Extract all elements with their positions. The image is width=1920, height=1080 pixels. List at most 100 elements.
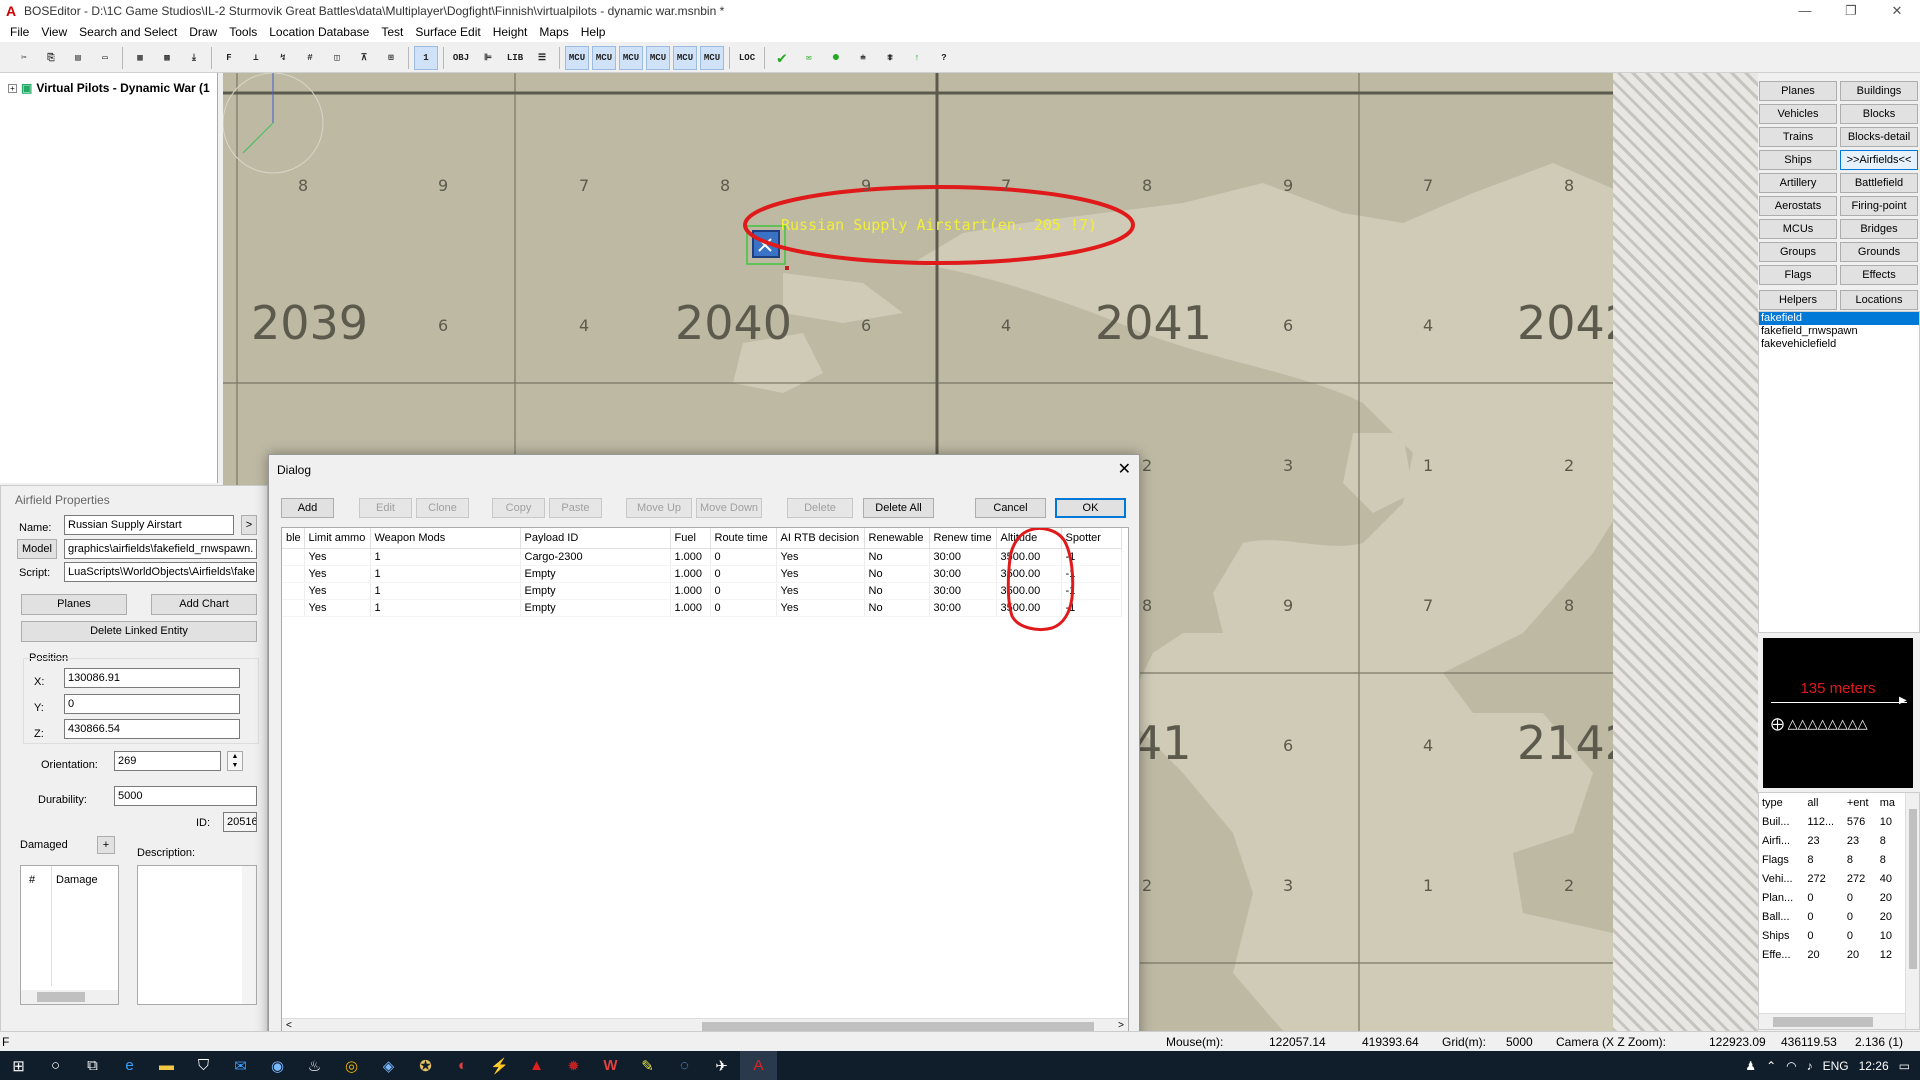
add-button[interactable]: Add — [281, 498, 334, 518]
stats-col-header[interactable]: all — [1804, 793, 1843, 812]
category-groups-button[interactable]: Groups — [1759, 242, 1837, 262]
add-damage-button[interactable]: + — [97, 836, 115, 854]
clock[interactable]: 12:26 — [1859, 1059, 1889, 1073]
dot-icon[interactable]: ● — [824, 46, 848, 70]
lib-icon[interactable]: LIB — [503, 46, 527, 70]
task-view-icon[interactable]: ⧉ — [74, 1051, 111, 1080]
scroll-right-icon[interactable]: > — [1118, 1020, 1124, 1031]
category-flags-button[interactable]: Flags — [1759, 265, 1837, 285]
mcu-arw-icon[interactable]: MCU — [700, 45, 724, 70]
col-header[interactable]: Weapon Mods — [370, 528, 521, 549]
tree-root-node[interactable]: + ▣ Virtual Pilots - Dynamic War (1 — [8, 81, 210, 95]
y-input[interactable]: 0 — [64, 694, 240, 714]
app-icon[interactable]: ✹ — [555, 1051, 592, 1080]
list-icon[interactable]: ☰ — [530, 46, 554, 70]
col-header[interactable]: AI RTB decision — [776, 528, 865, 549]
search-icon[interactable]: ○ — [37, 1051, 74, 1080]
stats-col-header[interactable]: ma — [1877, 793, 1901, 812]
align-icon[interactable]: ⊫ — [476, 46, 500, 70]
cursor-icon[interactable]: 1 — [414, 45, 438, 70]
acrobat-icon[interactable]: ▲ — [518, 1051, 555, 1080]
menu-file[interactable]: File — [4, 25, 35, 39]
list-item[interactable]: fakefield — [1759, 312, 1919, 325]
category-grounds-button[interactable]: Grounds — [1840, 242, 1918, 262]
col-header[interactable]: Altitude — [996, 528, 1062, 549]
steam-icon[interactable]: ♨ — [296, 1051, 333, 1080]
person-icon[interactable]: ♟ — [1745, 1059, 1756, 1073]
col-header[interactable]: ble — [282, 528, 305, 549]
description-vscroll[interactable] — [242, 866, 256, 1004]
table-row[interactable]: Yes 1 Empty 1.000 0 Yes No 30:00 3500.00 -1 — [282, 565, 1122, 583]
mail-app-icon[interactable]: ✉ — [222, 1051, 259, 1080]
stats-col-header[interactable]: type — [1759, 793, 1804, 812]
col-header[interactable]: Fuel — [670, 528, 711, 549]
copy-button[interactable]: Copy — [492, 498, 545, 518]
menu-draw[interactable]: Draw — [183, 25, 223, 39]
move-up-button[interactable]: Move Up — [626, 498, 692, 518]
durability-input[interactable]: 5000 — [114, 786, 257, 806]
stats-col-header[interactable]: +ent — [1844, 793, 1877, 812]
menu-surface-edit[interactable]: Surface Edit — [409, 25, 486, 39]
app-icon[interactable]: ✪ — [407, 1051, 444, 1080]
col-header[interactable]: Route time — [710, 528, 777, 549]
app-icon[interactable]: ◐ — [444, 1051, 481, 1080]
stats-hscroll[interactable] — [1759, 1013, 1905, 1029]
copy-icon[interactable]: ⎘ — [39, 46, 63, 70]
category-vehicles-button[interactable]: Vehicles — [1759, 104, 1837, 124]
level2-icon[interactable]: ⩨ — [878, 46, 902, 70]
help-icon[interactable]: ? — [932, 46, 956, 70]
notification-icon[interactable]: ▭ — [1899, 1059, 1910, 1073]
delete-all-button[interactable]: Delete All — [863, 498, 934, 518]
pin-icon[interactable]: ⊼ — [352, 46, 376, 70]
loc-icon[interactable]: LOC — [735, 46, 759, 70]
description-textarea[interactable] — [137, 865, 257, 1005]
stats-hscroll-thumb[interactable] — [1773, 1017, 1873, 1027]
z-input[interactable]: 430866.54 — [64, 719, 240, 739]
add-chart-button[interactable]: Add Chart — [151, 594, 257, 615]
name-browse-button[interactable]: > — [241, 515, 257, 535]
cancel-button[interactable]: Cancel — [975, 498, 1046, 518]
dialog-close-icon[interactable]: ✕ — [1118, 459, 1131, 479]
tray-chevron-icon[interactable]: ⌃ — [1766, 1059, 1776, 1073]
teamspeak-icon[interactable]: ◉ — [259, 1051, 296, 1080]
ok-button[interactable]: OK — [1055, 498, 1126, 518]
list-item[interactable]: fakefield_rnwspawn — [1759, 325, 1919, 338]
orientation-spinner[interactable]: ▲ ▼ — [227, 751, 243, 771]
category-mcus-button[interactable]: MCUs — [1759, 219, 1837, 239]
col-header[interactable]: Renew time — [929, 528, 997, 549]
edit-button[interactable]: Edit — [359, 498, 412, 518]
model-input[interactable]: graphics\airfields\fakefield_rnwspawn. — [64, 539, 257, 559]
language-indicator[interactable]: ENG — [1823, 1059, 1849, 1073]
category-blocks-detail-button[interactable]: Blocks-detail — [1840, 127, 1918, 147]
category-bridges-button[interactable]: Bridges — [1840, 219, 1918, 239]
paste-button[interactable]: Paste — [549, 498, 602, 518]
delete-button[interactable]: Delete — [787, 498, 853, 518]
grid2-icon[interactable]: ⊞ — [379, 46, 403, 70]
level-icon[interactable]: ⩧ — [851, 46, 875, 70]
mcu-mes-icon[interactable]: MCU — [619, 45, 643, 70]
menu-height[interactable]: Height — [487, 25, 534, 39]
x-input[interactable]: 130086.91 — [64, 668, 240, 688]
download-icon[interactable]: ⤓ — [182, 46, 206, 70]
expand-icon[interactable]: + — [8, 83, 17, 93]
menu-test[interactable]: Test — [375, 25, 409, 39]
app-icon[interactable]: ✎ — [629, 1051, 666, 1080]
name-input[interactable]: Russian Supply Airstart — [64, 515, 234, 535]
stats-vscroll[interactable] — [1905, 793, 1919, 1029]
menu-view[interactable]: View — [35, 25, 73, 39]
move-down-button[interactable]: Move Down — [696, 498, 762, 518]
volume-icon[interactable]: ♪ — [1807, 1059, 1813, 1073]
category-planes-button[interactable]: Planes — [1759, 81, 1837, 101]
table-row[interactable]: Yes 1 Cargo-2300 1.000 0 Yes No 30:00 3500.00 -1 — [282, 548, 1122, 566]
map2-icon[interactable]: ▩ — [155, 46, 179, 70]
minimize-button[interactable]: — — [1782, 0, 1828, 22]
category-locations-button[interactable]: Locations — [1840, 290, 1918, 310]
category-blocks-button[interactable]: Blocks — [1840, 104, 1918, 124]
menu-maps[interactable]: Maps — [533, 25, 574, 39]
check-icon[interactable]: ✔ — [770, 46, 794, 70]
category-buildings-button[interactable]: Buildings — [1840, 81, 1918, 101]
mcu-unit-icon[interactable]: MCU — [673, 45, 697, 70]
col-header[interactable]: Payload ID — [520, 528, 671, 549]
mcu-sel-icon[interactable]: MCU — [646, 45, 670, 70]
arrow-up-icon[interactable]: ↑ — [905, 46, 929, 70]
